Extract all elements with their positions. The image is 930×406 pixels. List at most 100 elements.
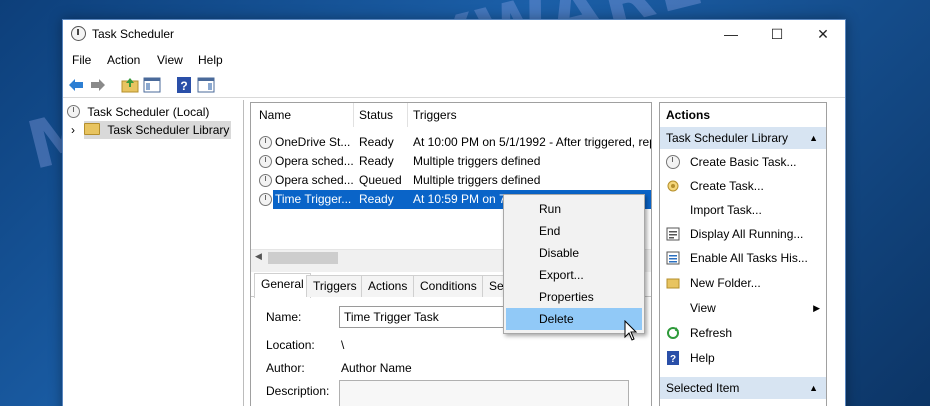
new-folder-icon — [666, 278, 680, 289]
menu-view[interactable]: View — [157, 53, 183, 67]
clock-icon — [259, 174, 272, 187]
description-field[interactable] — [339, 380, 629, 406]
table-row[interactable]: OneDrive St... Ready At 10:00 PM on 5/1/… — [251, 133, 651, 152]
mouse-cursor-icon — [624, 320, 638, 341]
task-status: Ready — [359, 154, 394, 168]
menu-action[interactable]: Action — [107, 53, 140, 67]
action-import-task[interactable]: Import Task... — [660, 199, 826, 221]
column-header-name[interactable]: Name — [259, 103, 291, 127]
tree-item-library[interactable]: Task Scheduler Library — [84, 121, 232, 139]
show-hide-console-tree-icon[interactable] — [143, 76, 161, 94]
action-label: Display All Running... — [690, 227, 804, 241]
task-triggers: Multiple triggers defined — [413, 154, 541, 168]
name-label: Name: — [266, 310, 302, 324]
context-item-disable[interactable]: Disable — [506, 242, 642, 264]
help-icon[interactable]: ? — [175, 76, 193, 94]
column-header-status[interactable]: Status — [359, 103, 393, 127]
context-menu: Run End Disable Export... Properties Del… — [503, 194, 645, 334]
author-value: Author Name — [341, 361, 412, 375]
display-running-icon — [666, 227, 680, 241]
task-triggers: Multiple triggers defined — [413, 173, 541, 187]
svg-text:?: ? — [180, 79, 187, 93]
actions-pane: Actions Task Scheduler Library ▲ Create … — [659, 102, 827, 406]
menu-bar: File Action View Help — [63, 48, 845, 72]
action-label: Refresh — [690, 326, 733, 340]
close-button[interactable]: ✕ — [800, 20, 846, 48]
clock-icon — [67, 105, 80, 118]
section-selected-label: Selected Item — [666, 381, 740, 395]
task-name: Time Trigger... — [275, 192, 352, 206]
action-label: Help — [690, 351, 715, 365]
maximize-button[interactable]: ☐ — [754, 20, 800, 48]
author-label: Author: — [266, 361, 305, 375]
action-label: Import Task... — [690, 203, 762, 217]
folder-icon — [84, 123, 100, 135]
back-arrow-icon[interactable] — [67, 76, 85, 94]
show-hide-action-pane-icon[interactable] — [197, 76, 215, 94]
window-title: Task Scheduler — [92, 27, 175, 41]
task-name: OneDrive St... — [275, 135, 351, 149]
action-refresh[interactable]: Refresh — [660, 322, 826, 344]
context-item-end[interactable]: End — [506, 220, 642, 242]
clock-icon — [259, 136, 272, 149]
context-item-properties[interactable]: Properties — [506, 286, 642, 308]
action-label: Create Task... — [690, 179, 764, 193]
section-header-selected-item[interactable]: Selected Item ▲ — [660, 377, 826, 399]
table-row[interactable]: Opera sched... Ready Multiple triggers d… — [251, 152, 651, 171]
action-view[interactable]: View ▶ — [660, 297, 826, 319]
table-row[interactable]: Opera sched... Queued Multiple triggers … — [251, 171, 651, 190]
clock-icon — [71, 26, 86, 41]
clock-icon — [259, 155, 272, 168]
action-display-running[interactable]: Display All Running... — [660, 223, 826, 245]
collapse-arrow-icon[interactable]: ▲ — [809, 377, 818, 399]
action-label: Enable All Tasks His... — [690, 251, 808, 265]
column-header-triggers[interactable]: Triggers — [413, 103, 457, 127]
column-divider — [353, 103, 354, 127]
console-tree: Task Scheduler (Local) › Task Scheduler … — [63, 100, 244, 406]
section-header-library[interactable]: Task Scheduler Library ▲ — [660, 127, 826, 149]
tab-actions[interactable]: Actions — [361, 275, 415, 297]
tree-expand-toggle[interactable]: › — [71, 121, 75, 139]
menu-file[interactable]: File — [72, 53, 91, 67]
context-item-export[interactable]: Export... — [506, 264, 642, 286]
description-label: Description: — [266, 384, 330, 398]
submenu-arrow-icon: ▶ — [813, 303, 820, 313]
task-status: Ready — [359, 192, 394, 206]
svg-text:?: ? — [670, 354, 676, 365]
minimize-button[interactable]: — — [708, 20, 754, 48]
clock-icon — [259, 193, 272, 206]
tab-general[interactable]: General — [254, 273, 311, 298]
action-new-folder[interactable]: New Folder... — [660, 272, 826, 294]
scroll-left-icon[interactable]: ◀ — [255, 251, 262, 262]
help-icon: ? — [667, 351, 679, 365]
action-label: Create Basic Task... — [690, 155, 797, 169]
task-name: Opera sched... — [275, 173, 353, 187]
actions-title: Actions — [660, 104, 826, 126]
action-enable-history[interactable]: Enable All Tasks His... — [660, 247, 826, 269]
up-folder-icon[interactable] — [121, 76, 139, 94]
name-field[interactable]: Time Trigger Task — [339, 306, 509, 328]
action-label: New Folder... — [690, 276, 761, 290]
task-scheduler-window: Task Scheduler — ☐ ✕ File Action View He… — [62, 19, 846, 406]
column-divider — [407, 103, 408, 127]
scrollbar-thumb[interactable] — [268, 252, 338, 264]
create-task-icon — [667, 180, 679, 192]
title-bar: Task Scheduler — ☐ ✕ — [63, 20, 845, 48]
forward-arrow-icon[interactable] — [89, 76, 107, 94]
action-help[interactable]: ? Help — [660, 347, 826, 369]
context-item-run[interactable]: Run — [506, 198, 642, 220]
tab-triggers[interactable]: Triggers — [306, 275, 364, 297]
context-item-delete[interactable]: Delete — [506, 308, 642, 330]
location-label: Location: — [266, 338, 315, 352]
menu-help[interactable]: Help — [198, 53, 223, 67]
collapse-arrow-icon[interactable]: ▲ — [809, 127, 818, 149]
action-label: View — [690, 301, 716, 315]
create-basic-task-icon — [666, 155, 680, 169]
tree-item-root[interactable]: Task Scheduler (Local) — [67, 103, 209, 121]
tab-conditions[interactable]: Conditions — [413, 275, 484, 297]
tree-library-label: Task Scheduler Library — [107, 123, 230, 137]
action-create-basic-task[interactable]: Create Basic Task... — [660, 151, 826, 173]
enable-history-icon — [666, 251, 680, 265]
toolbar: ? — [63, 72, 845, 98]
action-create-task[interactable]: Create Task... — [660, 175, 826, 197]
